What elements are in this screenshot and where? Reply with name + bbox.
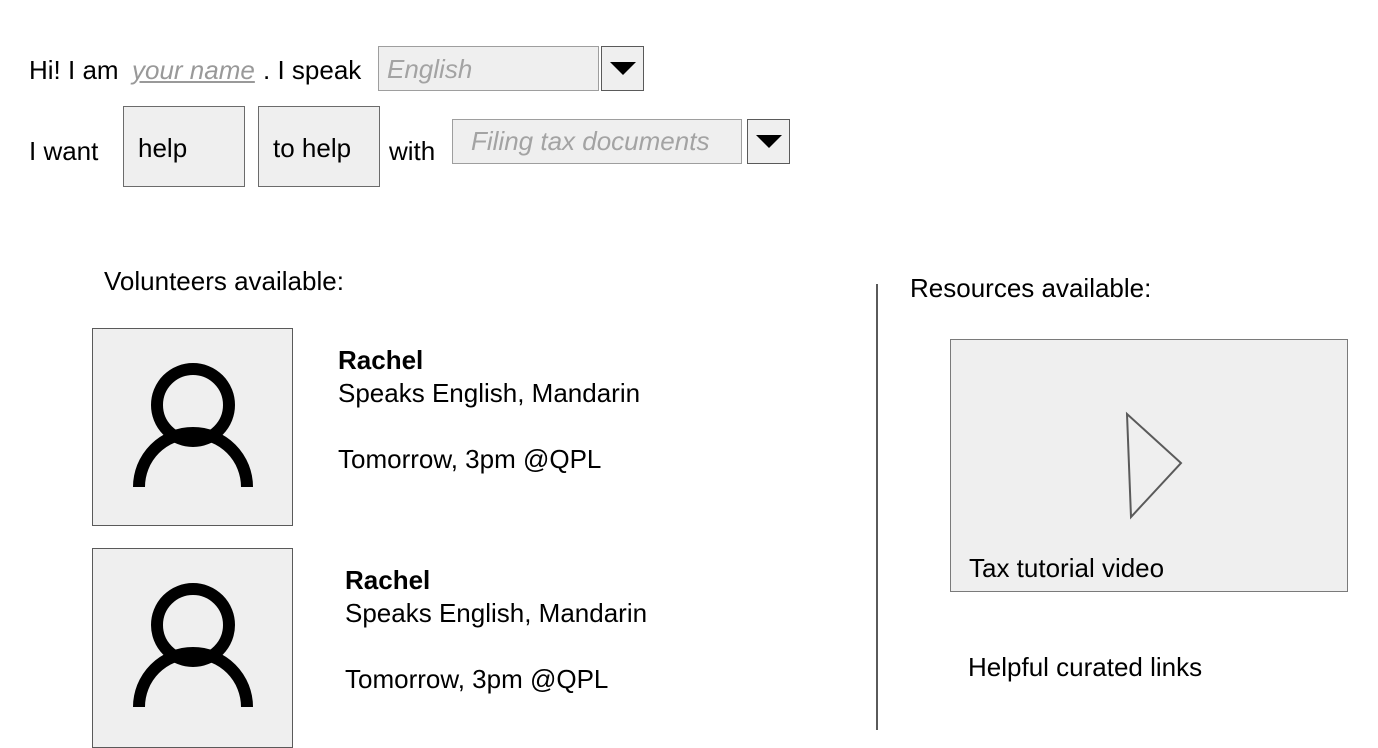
column-divider xyxy=(876,284,878,730)
language-value: English xyxy=(387,54,473,84)
topic-select[interactable]: Filing tax documents xyxy=(452,119,742,164)
help-button[interactable]: help xyxy=(123,106,245,187)
resources-heading: Resources available: xyxy=(910,273,1152,303)
topic-value: Filing tax documents xyxy=(471,126,710,156)
chevron-down-icon xyxy=(755,135,782,148)
help-button-label: help xyxy=(138,133,188,163)
volunteers-heading: Volunteers available: xyxy=(104,266,344,296)
volunteer-card[interactable]: Rachel Speaks English, Mandarin Tomorrow… xyxy=(345,564,647,696)
chevron-down-icon xyxy=(609,62,636,75)
name-input[interactable]: your name xyxy=(132,55,255,85)
to-help-button[interactable]: to help xyxy=(258,106,380,187)
video-label: Tax tutorial video xyxy=(969,553,1165,583)
volunteer-name: Rachel xyxy=(338,345,424,375)
speak-text: . I speak xyxy=(263,55,362,85)
greeting-text: Hi! I am xyxy=(29,55,119,85)
volunteer-name: Rachel xyxy=(345,565,431,595)
helpful-links[interactable]: Helpful curated links xyxy=(968,652,1202,682)
volunteer-avatar[interactable] xyxy=(92,328,293,526)
with-label: with xyxy=(389,136,436,166)
volunteer-languages: Speaks English, Mandarin xyxy=(345,598,648,628)
volunteer-availability: Tomorrow, 3pm @QPL xyxy=(338,444,602,474)
volunteer-languages: Speaks English, Mandarin xyxy=(338,378,641,408)
tax-tutorial-video[interactable]: Tax tutorial video xyxy=(950,339,1348,592)
language-dropdown-button[interactable] xyxy=(601,46,644,91)
person-icon xyxy=(133,583,253,708)
volunteer-avatar[interactable] xyxy=(92,548,293,748)
to-help-button-label: to help xyxy=(273,133,352,163)
language-select[interactable]: English xyxy=(378,46,599,91)
volunteer-card[interactable]: Rachel Speaks English, Mandarin Tomorrow… xyxy=(338,344,640,476)
want-label: I want xyxy=(29,136,99,166)
volunteer-availability: Tomorrow, 3pm @QPL xyxy=(345,664,609,694)
person-icon xyxy=(133,363,253,488)
play-icon xyxy=(1125,411,1183,520)
topic-dropdown-button[interactable] xyxy=(747,119,790,164)
